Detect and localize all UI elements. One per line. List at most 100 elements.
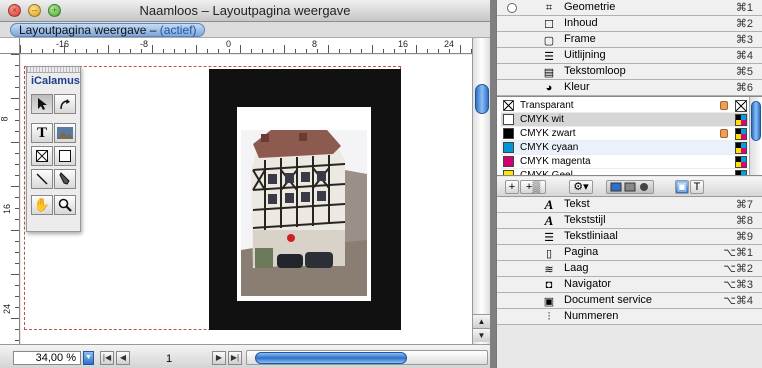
rectangle-tool-button[interactable]	[54, 146, 76, 166]
zoom-menu-button[interactable]: ▼	[83, 351, 94, 365]
inspector-row-tekstomloop[interactable]: ▤ Tekstomloop ⌘5	[497, 64, 762, 80]
hand-tool-button[interactable]: ✋	[31, 195, 53, 215]
h-ruler-tick	[31, 49, 32, 53]
color-list-item[interactable]: CMYK magenta	[501, 155, 748, 169]
vertical-scroll-thumb[interactable]	[475, 84, 489, 114]
last-page-button[interactable]: ▶|	[228, 351, 242, 365]
color-list-item[interactable]: Transparant	[501, 99, 748, 113]
cmyk-mode-icon	[735, 114, 747, 126]
inspector-row-laag[interactable]: ≋ Laag ⌥⌘2	[497, 261, 762, 277]
v-ruler-tick	[15, 252, 19, 253]
cross-frame-icon	[36, 150, 48, 162]
inspector-row-shortcut: ⌘5	[735, 66, 753, 78]
inspector-row-document-service[interactable]: ▣ Document service ⌥⌘4	[497, 293, 762, 309]
h-ruler-tick	[119, 49, 120, 53]
horizontal-ruler[interactable]: -16 -8 0 8 16 24	[20, 38, 472, 54]
text-icon: A	[544, 197, 554, 212]
next-page-button[interactable]: ▶	[212, 351, 226, 365]
house-photo[interactable]	[241, 130, 367, 296]
pen-tool-button[interactable]	[54, 169, 76, 189]
line-tool-button[interactable]	[31, 169, 53, 189]
v-ruler-tick	[15, 76, 19, 77]
inspector-row-geometrie[interactable]: ⌗ Geometrie ⌘1	[497, 0, 762, 16]
color-list-item[interactable]: CMYK zwart	[501, 127, 748, 141]
inspector-row-navigator[interactable]: ◘ Navigator ⌥⌘3	[497, 277, 762, 293]
view-tabbar: Layoutpagina weergave – (actief)	[0, 22, 490, 38]
inspector-row-kleur[interactable]: ◕ Kleur ⌘6	[497, 80, 762, 96]
h-ruler-tick	[42, 49, 43, 53]
inspector-row-label: Frame	[564, 33, 596, 45]
zoom-tool-button[interactable]	[54, 195, 76, 215]
numbering-icon: ⫶	[547, 310, 551, 323]
inspector-row-uitlijning[interactable]: ☰ Uitlijning ⌘4	[497, 48, 762, 64]
ruler-corner[interactable]	[0, 38, 20, 54]
inspector-row-nummeren[interactable]: ⫶ Nummeren	[497, 309, 762, 325]
v-ruler-tick	[15, 219, 19, 220]
v-ruler-tick	[15, 120, 19, 121]
h-ruler-tick	[262, 49, 263, 53]
text-color-button[interactable]: T	[690, 180, 704, 194]
close-window-button[interactable]: ×	[8, 4, 21, 17]
inspector-row-inhoud[interactable]: ☐ Inhoud ⌘2	[497, 16, 762, 32]
inspector-row-tekst[interactable]: A Tekst ⌘7	[497, 197, 762, 213]
h-ruler-label: 8	[312, 39, 318, 49]
zoom-field[interactable]: 34,00 %	[13, 351, 81, 365]
previous-page-button[interactable]: ◀	[116, 351, 130, 365]
frame-tool-button[interactable]	[31, 146, 53, 166]
inspector-row-label: Uitlijning	[564, 49, 606, 61]
inspector-row-shortcut: ⌥⌘4	[723, 295, 753, 307]
inspector-row-frame[interactable]: ▢ Frame ⌘3	[497, 32, 762, 48]
rotate-tool-button[interactable]	[54, 94, 76, 114]
h-ruler-tick	[295, 49, 296, 53]
horizontal-scroll-thumb[interactable]	[255, 352, 407, 364]
panel-collapse-button[interactable]	[507, 3, 517, 13]
color-list-item[interactable]: CMYK Geel	[501, 169, 748, 175]
minimize-window-button[interactable]: –	[28, 4, 41, 17]
color-list-item[interactable]: CMYK wit	[501, 113, 748, 127]
color-options-menu[interactable]: ⚙▾	[569, 180, 593, 194]
vertical-ruler[interactable]: 8 16 24	[0, 54, 20, 344]
page-number[interactable]: 1	[166, 353, 172, 365]
inspector-row-pagina[interactable]: ▯ Pagina ⌥⌘1	[497, 245, 762, 261]
h-ruler-tick	[251, 49, 252, 53]
add-color-button[interactable]: +	[505, 180, 519, 194]
scroll-down-button[interactable]: ▼	[473, 328, 490, 342]
add-gradient-button[interactable]: +▒	[520, 180, 546, 194]
h-ruler-tick	[196, 45, 197, 53]
inspector-row-tekstliniaal[interactable]: ☰ Tekstliniaal ⌘9	[497, 229, 762, 245]
inspector-row-label: Tekst	[564, 198, 590, 210]
layout-canvas[interactable]: iCalamus T ✋	[21, 55, 472, 344]
frame-color-button[interactable]: ▣	[675, 180, 689, 194]
tool-palette[interactable]: iCalamus T ✋	[26, 66, 81, 232]
vertical-scrollbar[interactable]: ▲ ▼	[472, 38, 490, 344]
h-ruler-tick	[152, 45, 153, 53]
image-tool-button[interactable]	[54, 123, 76, 143]
h-ruler-tick	[383, 49, 384, 53]
fill-mode-segment[interactable]	[606, 180, 654, 194]
color-scroll-thumb[interactable]	[751, 101, 761, 141]
color-list-item[interactable]: CMYK cyaan	[501, 141, 748, 155]
pointer-tool-button[interactable]	[31, 94, 53, 114]
inspector-row-tekststijl[interactable]: A Tekststijl ⌘8	[497, 213, 762, 229]
v-ruler-tick	[11, 318, 19, 319]
h-ruler-tick	[339, 49, 340, 53]
text-tool-button[interactable]: T	[31, 123, 53, 143]
h-ruler-tick	[97, 49, 98, 53]
first-page-button[interactable]: |◀	[100, 351, 114, 365]
color-list-scrollbar[interactable]	[749, 97, 762, 175]
magnifier-icon	[58, 198, 72, 212]
scroll-up-button[interactable]: ▲	[473, 314, 490, 328]
h-ruler-tick	[141, 49, 142, 53]
zoom-window-button[interactable]: +	[48, 4, 61, 17]
v-ruler-tick	[15, 263, 19, 264]
tab-layout-view[interactable]: Layoutpagina weergave – (actief)	[10, 23, 206, 37]
palette-icon: ◕	[545, 82, 553, 94]
inspector-row-shortcut: ⌘6	[735, 82, 753, 94]
horizontal-scrollbar[interactable]	[246, 350, 488, 365]
window-titlebar[interactable]: × – + Naamloos – Layoutpagina weergave	[0, 0, 490, 22]
inspector-panel: ⌗ Geometrie ⌘1 ☐ Inhoud ⌘2 ▢ Frame ⌘3 ☰ Uitlijning…	[496, 0, 762, 368]
color-list[interactable]: Transparant CMYK wit CMYK zwart CMYK cyaan C…	[497, 96, 762, 176]
h-ruler-tick	[361, 49, 362, 53]
h-ruler-label: -8	[140, 39, 149, 49]
h-ruler-tick	[427, 49, 428, 53]
